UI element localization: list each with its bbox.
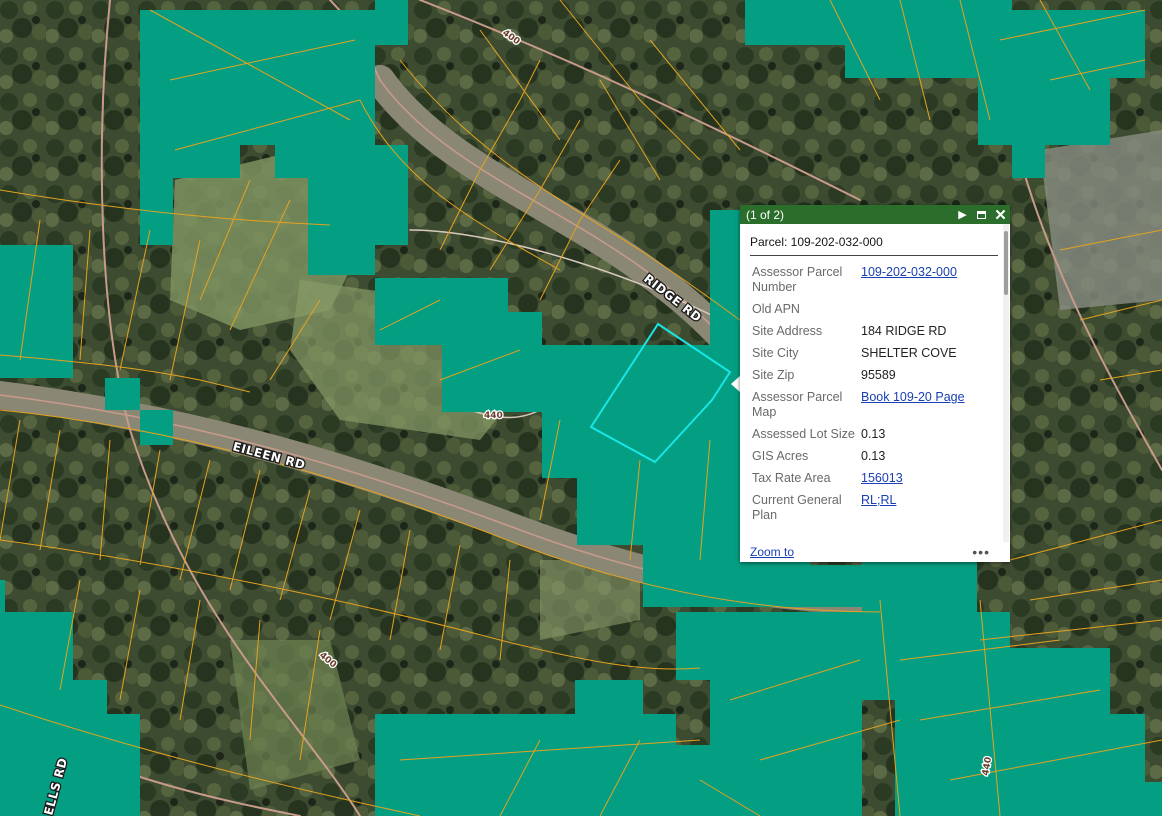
maximize-button[interactable]	[972, 205, 991, 224]
next-feature-button[interactable]: ▶	[953, 205, 972, 224]
popup-header: (1 of 2) ▶ ✕	[740, 205, 1010, 224]
attribute-value: 0.13	[861, 427, 886, 441]
feature-counter: (1 of 2)	[746, 207, 785, 222]
tax-rate-area-link[interactable]: 156013	[861, 471, 903, 485]
play-icon: ▶	[958, 209, 967, 221]
popup-body[interactable]: Parcel: 109-202-032-000 Assessor Parcel …	[740, 224, 1010, 542]
attribute-row: Assessor Parcel Number 109-202-032-000	[750, 265, 1000, 302]
attribute-label: Site Zip	[752, 368, 795, 382]
attribute-label: GIS Acres	[752, 449, 809, 463]
attribute-label: Assessor Parcel Map	[752, 390, 843, 419]
attribute-row: GIS Acres 0.13	[750, 449, 1000, 471]
close-icon: ✕	[994, 206, 1007, 224]
zoom-to-link[interactable]: Zoom to	[750, 545, 794, 559]
attribute-value: SHELTER COVE	[861, 346, 957, 360]
general-plan-link[interactable]: RL;RL	[861, 493, 896, 507]
popup-scrollbar-thumb[interactable]	[1004, 231, 1008, 295]
attribute-row: Old APN	[750, 302, 1000, 324]
zone-area	[105, 378, 140, 410]
maximize-icon	[977, 210, 986, 219]
attribute-label: Site Address	[752, 324, 823, 338]
attribute-label: Tax Rate Area	[752, 471, 831, 485]
parcel-map-link[interactable]: Book 109-20 Page	[861, 390, 965, 404]
attribute-label: Assessor Parcel Number	[752, 265, 843, 294]
attribute-row: Tax Rate Area 156013	[750, 471, 1000, 493]
apn-link[interactable]: 109-202-032-000	[861, 265, 957, 279]
attribute-row: Site City SHELTER COVE	[750, 346, 1000, 368]
popup-title: Parcel: 109-202-032-000	[750, 235, 998, 256]
popup-footer: Zoom to •••	[740, 542, 1010, 562]
attribute-label: Site City	[752, 346, 799, 360]
attribute-row: Site Zip 95589	[750, 368, 1000, 390]
attribute-row: Assessed Lot Size 0.13	[750, 427, 1000, 449]
attribute-row: Site Address 184 RIDGE RD	[750, 324, 1000, 346]
zone-area	[140, 410, 173, 445]
attribute-row: Assessor Parcel Map Book 109-20 Page	[750, 390, 1000, 427]
attribute-row: Current General Plan RL;RL	[750, 493, 1000, 530]
attribute-table: Assessor Parcel Number 109-202-032-000 O…	[750, 265, 1000, 530]
attribute-label: Current General Plan	[752, 493, 842, 522]
close-button[interactable]: ✕	[991, 205, 1010, 224]
attribute-value: 95589	[861, 368, 896, 382]
attribute-value: 0.13	[861, 449, 886, 463]
attribute-label: Old APN	[752, 302, 800, 316]
attribute-label: Assessed Lot Size	[752, 427, 855, 441]
identify-popup: (1 of 2) ▶ ✕ Parcel: 109-202-032-000 Ass…	[740, 205, 1010, 562]
attribute-value	[859, 302, 1000, 324]
more-actions-button[interactable]: •••	[972, 544, 990, 560]
route-shield-label: 440	[484, 411, 503, 421]
attribute-value: 184 RIDGE RD	[861, 324, 947, 338]
